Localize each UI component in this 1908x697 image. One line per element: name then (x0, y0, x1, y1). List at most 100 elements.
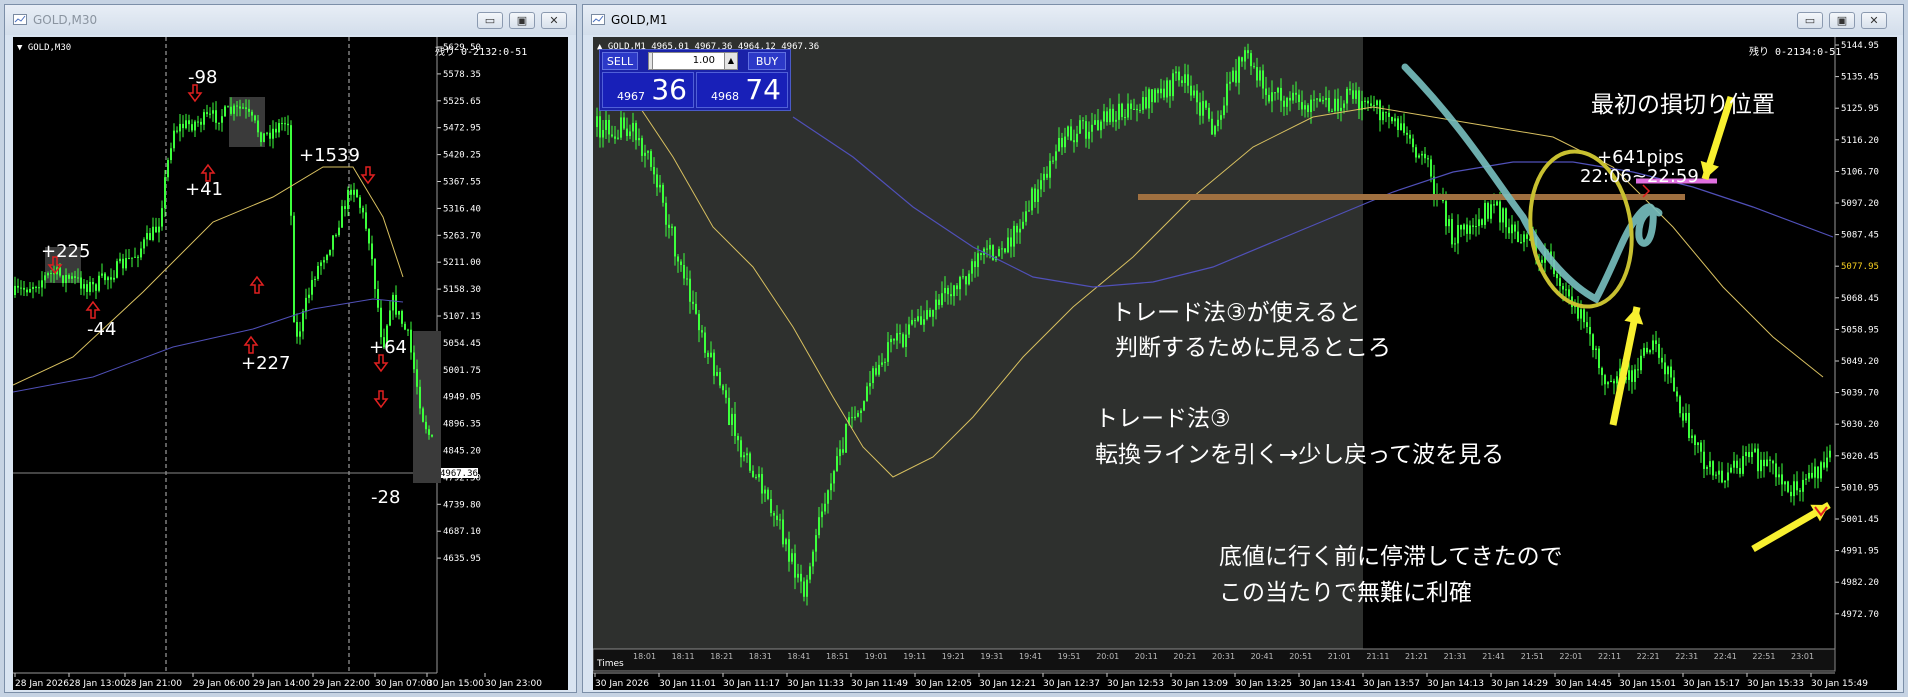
candle-body (779, 519, 781, 521)
candle-body (1028, 210, 1030, 212)
minimize-button[interactable]: ▭ (477, 12, 503, 29)
candle-body (905, 334, 907, 347)
candle-body (1163, 88, 1165, 98)
time-tick-label: 30 Jan 15:00 (427, 679, 484, 689)
candle-body (1607, 382, 1609, 385)
sell-button[interactable]: SELL (602, 52, 638, 70)
candle-body (1433, 176, 1435, 196)
candle-body (1604, 375, 1606, 385)
sub-panel-time: 19:51 (1058, 652, 1081, 661)
candle-body (1802, 479, 1804, 492)
candle-body (1112, 108, 1114, 122)
sub-panel-time: 18:51 (826, 652, 849, 661)
candle-body (1385, 111, 1387, 113)
candle-body (1754, 448, 1756, 452)
candle-body (1826, 457, 1828, 468)
candle-body (224, 106, 226, 117)
candle-body (1490, 204, 1492, 219)
candle-body (743, 455, 745, 458)
close-button[interactable]: ✕ (541, 12, 567, 29)
minimize-button[interactable]: ▭ (1797, 12, 1823, 29)
sell-price-box[interactable]: 4967 36 (602, 72, 694, 108)
price-tick-label: 5068.45 (1841, 294, 1879, 304)
chart-window-gold-m1[interactable]: GOLD,M1 ▭ ▣ ✕ 5144.95 5135.45 5125.95 5116.… (582, 4, 1904, 693)
buy-button[interactable]: BUY (748, 52, 786, 70)
candle-body (1505, 208, 1507, 228)
candle-body (956, 285, 958, 290)
candle-body (389, 310, 391, 326)
candle-body (233, 105, 235, 114)
candle-body (176, 130, 178, 132)
candle-body (1631, 370, 1633, 382)
m30-chart-svg[interactable]: 5629.505578.355525.655472.955420.255367.… (13, 37, 568, 690)
price-tick-label: 4972.70 (1841, 610, 1879, 620)
candle-body (1007, 237, 1009, 253)
candle-body (680, 261, 682, 265)
candle-body (1316, 98, 1318, 100)
candle-body (1268, 94, 1270, 102)
candle-body (281, 123, 283, 125)
candle-body (1223, 105, 1225, 116)
candle-body (416, 369, 418, 387)
candle-body (1562, 286, 1564, 290)
price-tick-label: 4635.95 (443, 554, 481, 564)
candle-body (1673, 377, 1675, 392)
candle-body (161, 208, 163, 227)
candle-body (1190, 85, 1192, 96)
candle-body (1328, 97, 1330, 112)
chart-window-gold-m30[interactable]: GOLD,M30 ▭ ▣ ✕ 5629.50 5578.35 5525.65 5472… (4, 4, 577, 693)
time-tick-label: 30 Jan 14:13 (1427, 679, 1484, 689)
price-chart[interactable]: 5629.50 5578.35 5525.65 5472.95 5420.25 5367.… (13, 37, 568, 690)
maximize-button[interactable]: ▣ (1829, 12, 1855, 29)
candle-body (1499, 201, 1501, 223)
sub-panel-time: 23:01 (1791, 652, 1814, 661)
candle-body (1694, 435, 1696, 446)
candle-body (1502, 208, 1504, 223)
candle-body (1688, 412, 1690, 438)
candle-body (1703, 451, 1705, 469)
candle-body (1823, 462, 1825, 468)
price-tick-label: 5116.20 (1841, 136, 1879, 146)
candle-body (1706, 466, 1708, 469)
candle-body (1115, 119, 1117, 122)
candle-body (1484, 202, 1486, 225)
candle-body (968, 273, 970, 285)
candle-body (1070, 126, 1072, 141)
candle-body (1643, 347, 1645, 356)
candle-body (632, 122, 634, 132)
candle-body (1049, 160, 1051, 178)
price-tick-label: 5001.45 (1841, 515, 1879, 525)
price-chart[interactable]: 5144.95 5135.45 5125.95 5116.20 5106.70 5097.… (593, 37, 1897, 690)
window-titlebar[interactable]: GOLD,M30 ▭ ▣ ✕ (5, 5, 576, 35)
close-button[interactable]: ✕ (1861, 12, 1887, 29)
sub-panel-time: 20:41 (1251, 652, 1274, 661)
price-tick-label: 4949.05 (443, 393, 481, 403)
window-titlebar[interactable]: GOLD,M1 ▭ ▣ ✕ (583, 5, 1903, 35)
candle-body (854, 416, 856, 418)
stop-loss-annotation: 最初の損切り位置 (1591, 92, 1775, 118)
candle-body (1715, 474, 1717, 476)
candle-body (155, 226, 157, 233)
candle-body (1286, 97, 1288, 107)
candle-body (851, 417, 853, 419)
candle-body (665, 202, 667, 225)
sub-panel-time: 22:41 (1714, 652, 1737, 661)
candle-body (398, 310, 400, 315)
candle-body (1388, 112, 1390, 117)
buy-price-box[interactable]: 4968 74 (696, 72, 788, 108)
candle-body (869, 382, 871, 387)
maximize-button[interactable]: ▣ (509, 12, 535, 29)
one-click-trading-panel[interactable]: SELL ▼ 1.00 ▲ BUY 4967 36 4968 74 (599, 49, 791, 111)
price-tick-label: 5049.20 (1841, 357, 1879, 367)
candle-body (1769, 459, 1771, 461)
candle-body (695, 303, 697, 314)
candle-body (608, 119, 610, 135)
candle-body (1448, 219, 1450, 227)
time-tick-label: 30 Jan 15:49 (1811, 679, 1868, 689)
chart-label: ▼ GOLD,M30 (17, 43, 71, 53)
candle-body (167, 160, 169, 178)
candle-body (101, 273, 103, 276)
candle-body (185, 120, 187, 129)
time-tick-label: 30 Jan 14:45 (1555, 679, 1612, 689)
lot-increase-button[interactable]: ▲ (724, 52, 738, 70)
